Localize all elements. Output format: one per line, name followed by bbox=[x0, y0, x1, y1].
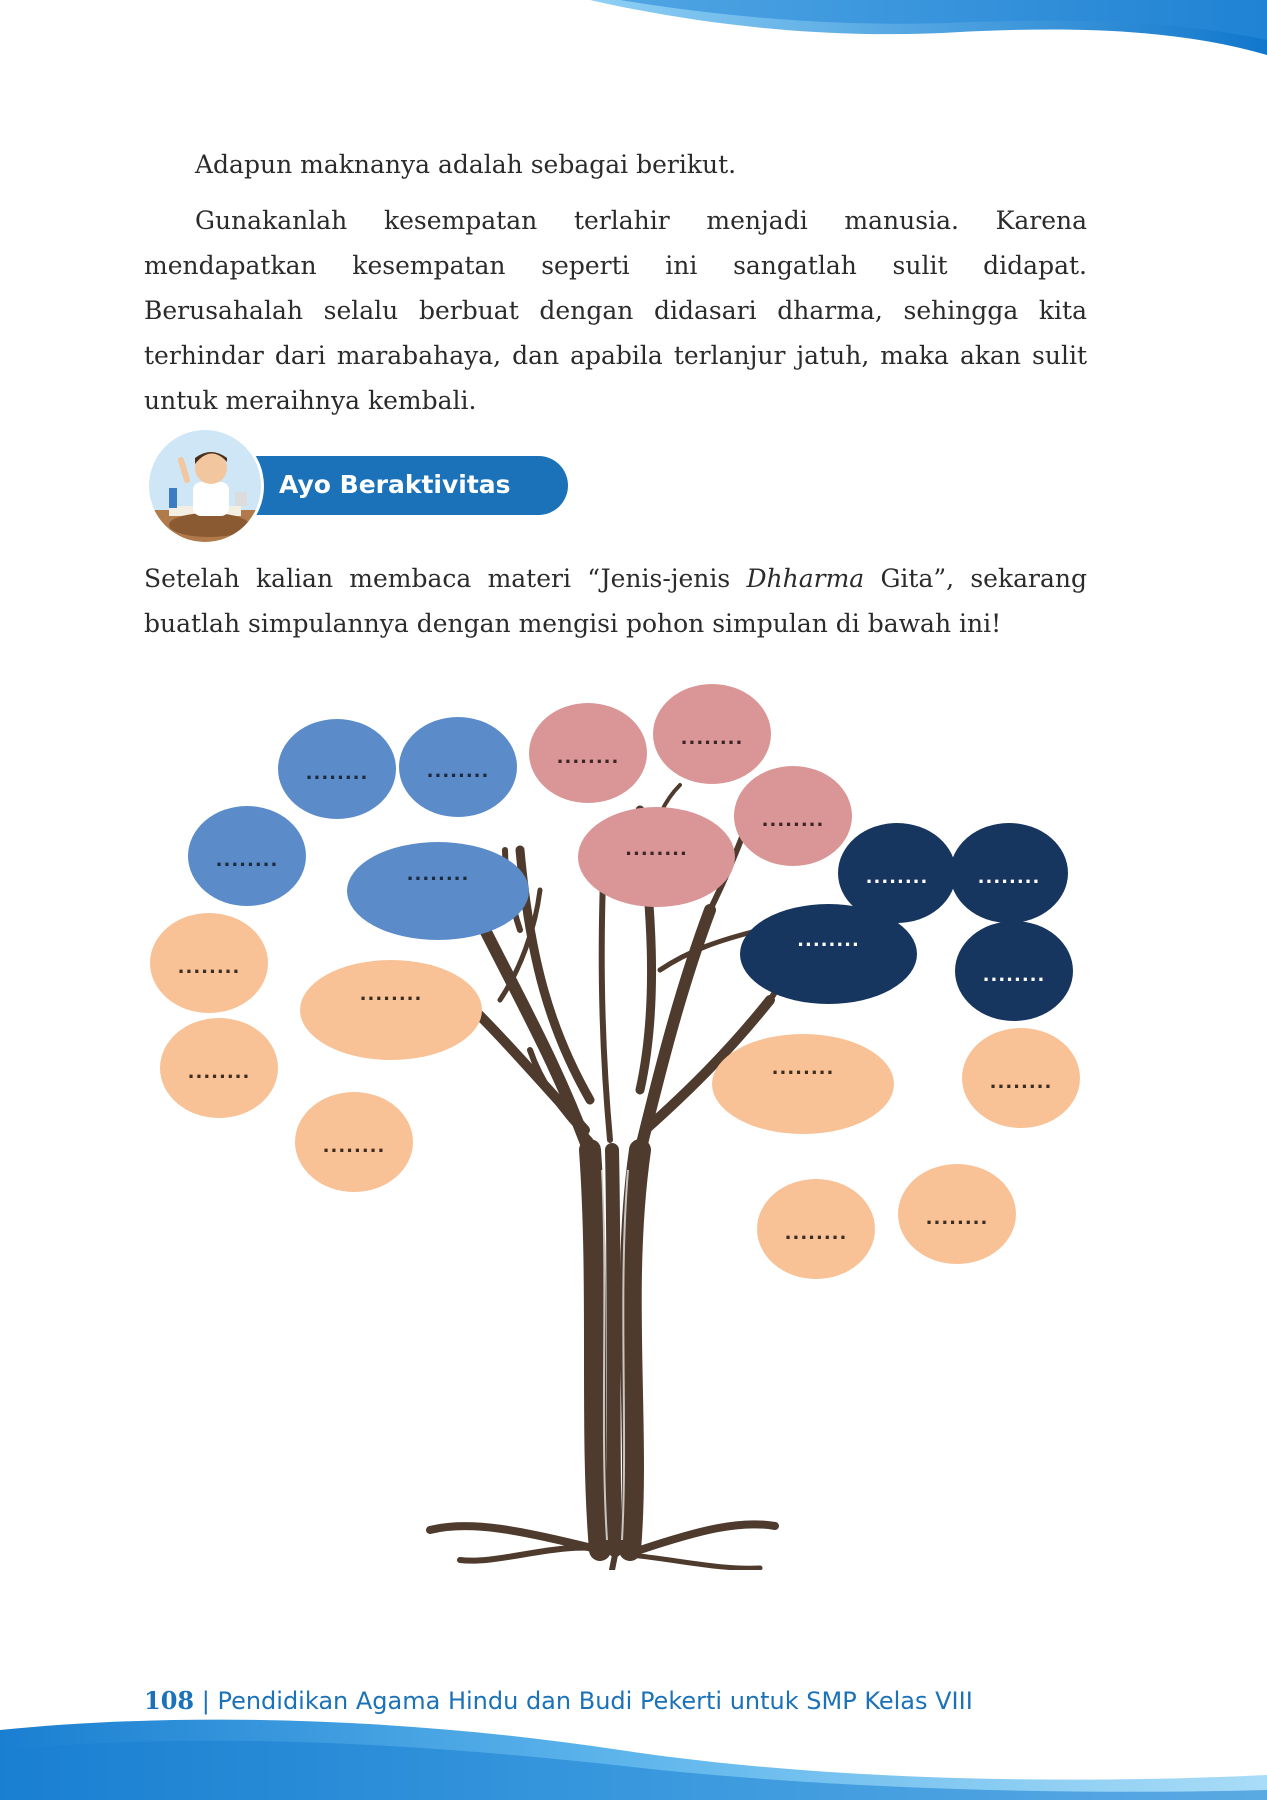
pink-answer-bubble[interactable]: ........ bbox=[734, 766, 852, 866]
meaning-paragraph: Gunakanlah kesempatan terlahir menjadi m… bbox=[144, 206, 1087, 415]
bubble-placeholder: ........ bbox=[771, 1058, 835, 1080]
blue-answer-bubble[interactable]: ........ bbox=[399, 717, 517, 817]
peach-answer-bubble[interactable]: ........ bbox=[160, 1018, 278, 1118]
bubble-placeholder: ........ bbox=[797, 929, 860, 951]
peach-answer-bubble[interactable]: ........ bbox=[757, 1179, 875, 1279]
peach-answer-bubble[interactable]: ........ bbox=[898, 1164, 1016, 1264]
bubble-placeholder: ........ bbox=[680, 727, 744, 749]
pink-answer-bubble[interactable]: ........ bbox=[529, 703, 647, 803]
bubble-placeholder: ........ bbox=[761, 809, 825, 831]
bubble-placeholder: ........ bbox=[215, 849, 279, 871]
bubble-placeholder: ........ bbox=[406, 864, 470, 886]
conclusion-tree-diagram: ........ ........ ........ ........ ....… bbox=[0, 670, 1267, 1570]
blue-answer-bubble[interactable]: ........ bbox=[188, 806, 306, 906]
activity-heading: Ayo Beraktivitas bbox=[149, 430, 569, 542]
bubble-placeholder: ........ bbox=[359, 984, 423, 1006]
top-wave-decoration bbox=[590, 0, 1267, 55]
bubble-placeholder: ........ bbox=[556, 746, 620, 768]
peach-answer-bubble[interactable]: ........ bbox=[300, 960, 482, 1060]
instruction-text-start: Setelah kalian membaca materi “Jenis-jen… bbox=[144, 564, 747, 593]
peach-answer-bubble[interactable]: ........ bbox=[295, 1092, 413, 1192]
navy-answer-bubble[interactable]: ........ bbox=[955, 921, 1073, 1021]
bubble-placeholder: ........ bbox=[982, 964, 1046, 986]
bubble-placeholder: ........ bbox=[187, 1061, 251, 1083]
bubble-placeholder: ........ bbox=[322, 1135, 386, 1157]
peach-answer-bubble[interactable]: ........ bbox=[962, 1028, 1080, 1128]
bottom-wave-decoration bbox=[0, 1719, 1267, 1800]
blue-answer-bubble[interactable]: ........ bbox=[347, 842, 529, 940]
pink-answer-bubble[interactable]: ........ bbox=[578, 807, 735, 907]
pink-answer-bubble[interactable]: ........ bbox=[653, 684, 771, 784]
bubble-placeholder: ........ bbox=[784, 1222, 848, 1244]
instruction-italic: Dhharma bbox=[746, 564, 865, 593]
instruction-paragraph: Setelah kalian membaca materi “Jenis-jen… bbox=[144, 556, 1087, 646]
bubble-placeholder: ........ bbox=[865, 866, 929, 888]
bubble-placeholder: ........ bbox=[925, 1207, 989, 1229]
navy-answer-bubble[interactable]: ........ bbox=[740, 904, 917, 1004]
student-avatar bbox=[149, 430, 261, 542]
tree-trunk-illustration bbox=[425, 783, 813, 1570]
navy-answer-bubble[interactable]: ........ bbox=[950, 823, 1068, 923]
blue-answer-bubble[interactable]: ........ bbox=[278, 719, 396, 819]
bubble-placeholder: ........ bbox=[305, 762, 369, 784]
peach-answer-bubble[interactable]: ........ bbox=[712, 1034, 894, 1134]
activity-label: Ayo Beraktivitas bbox=[279, 470, 511, 499]
peach-answer-bubble[interactable]: ........ bbox=[150, 913, 268, 1013]
bubble-placeholder: ........ bbox=[977, 866, 1041, 888]
intro-paragraph: Adapun maknanya adalah sebagai berikut. bbox=[195, 150, 737, 179]
bubble-placeholder: ........ bbox=[989, 1071, 1053, 1093]
bubble-placeholder: ........ bbox=[625, 838, 688, 860]
bubble-placeholder: ........ bbox=[177, 956, 241, 978]
bubble-placeholder: ........ bbox=[426, 760, 490, 782]
